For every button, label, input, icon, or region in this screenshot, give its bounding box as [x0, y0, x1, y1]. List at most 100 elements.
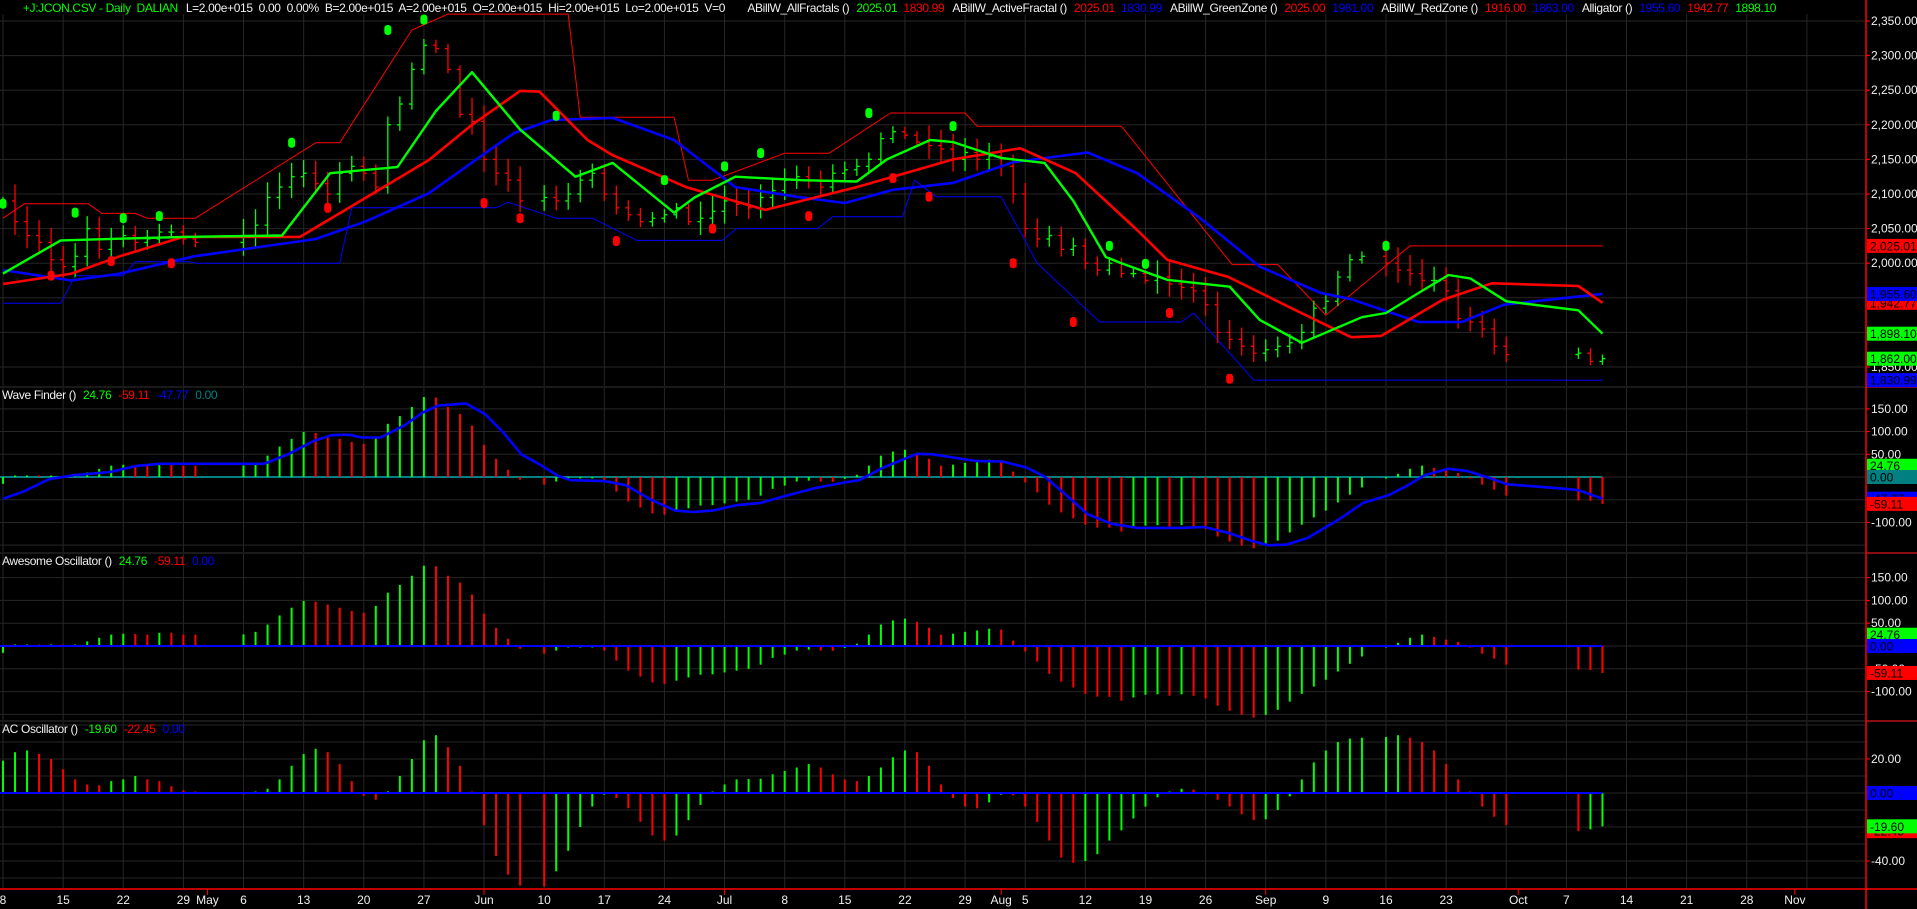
up-fractal-marker: [949, 121, 957, 132]
price-bar: [1346, 254, 1353, 282]
price-bar: [180, 225, 187, 245]
date-label: 29: [177, 893, 191, 907]
price-bar: [685, 203, 692, 226]
value-tag-label: 1,955.60: [1870, 287, 1917, 301]
price-bar: [613, 185, 620, 215]
down-fractal-marker: [709, 223, 717, 234]
price-bar: [553, 185, 560, 211]
price-bar: [96, 216, 103, 259]
up-fractal-marker: [119, 213, 127, 224]
price-bar: [1130, 268, 1137, 278]
price-bar: [950, 133, 957, 172]
price-bar: [1118, 257, 1125, 279]
indicator-value: -59.11: [154, 554, 186, 568]
date-label: 27: [417, 893, 431, 907]
price-bar: [1587, 348, 1594, 366]
price-bar: [1034, 218, 1041, 248]
down-fractal-marker: [1009, 258, 1017, 269]
price-bar: [829, 164, 836, 195]
date-label: 8: [781, 893, 788, 907]
indicator-value: -22.45: [124, 722, 157, 736]
multi-pane-chart[interactable]: 2,350.00 2,300.00 2,250.00 2,200.00 2,150.00…: [0, 0, 1917, 909]
price-bar: [913, 131, 920, 146]
price-pane[interactable]: [0, 13, 1606, 384]
down-fractal-marker: [107, 256, 115, 267]
price-bar: [108, 227, 115, 259]
indicator-value: 24.76: [119, 554, 148, 568]
axis-tick-label: 2,350.00: [1871, 14, 1917, 28]
axis-tick-label: 2,150.00: [1871, 152, 1917, 166]
axis-tick-label: 2,200.00: [1871, 118, 1917, 132]
value-tag-label: 0.00: [1870, 471, 1894, 485]
price-bar: [1358, 251, 1365, 264]
date-label: 20: [357, 893, 371, 907]
price-bar: [1298, 324, 1305, 350]
up-fractal-marker: [384, 24, 392, 35]
price-bar: [300, 160, 307, 188]
value-tag: 1,862.00: [1867, 351, 1917, 366]
value-tag-label: 1,830.99: [1870, 374, 1917, 388]
price-bar: [901, 126, 908, 140]
price-bar: [1419, 259, 1426, 293]
price-bar: [889, 126, 896, 144]
up-fractal-marker: [757, 148, 765, 159]
value-tag: -19.60: [1867, 819, 1917, 834]
price-bar: [432, 39, 439, 54]
up-fractal-marker: [0, 198, 7, 209]
axis-tick-label: 150.00: [1871, 571, 1908, 585]
price-bar: [84, 216, 91, 267]
value-tag-label: 1,862.00: [1870, 352, 1917, 366]
price-bar: [444, 43, 451, 74]
price-bar: [1262, 339, 1269, 362]
month-label: Sep: [1255, 893, 1277, 907]
price-bar: [601, 164, 608, 202]
axis-tick-label: -100.00: [1871, 685, 1912, 699]
ac-oscillator-pane[interactable]: [0, 735, 1604, 887]
wave-finder-title: Wave Finder () 24.76 -59.11 -47.77 0.00: [2, 388, 218, 402]
down-fractal-marker: [1226, 373, 1234, 384]
value-axis[interactable]: 2,350.00 2,300.00 2,250.00 2,200.00 2,150.00…: [1865, 0, 1917, 909]
date-axis[interactable]: 8 15 22 29 May 6 13 20 27 Jun 10 17 24 Jul 8 15 22 29 Aug 5…: [0, 888, 1917, 907]
price-bar: [60, 245, 67, 278]
price-bar: [192, 232, 199, 248]
price-bar: [456, 65, 463, 118]
price-bar: [697, 201, 704, 235]
axis-tick-label: 2,050.00: [1871, 222, 1917, 236]
indicator-value: 0.00: [163, 722, 186, 736]
date-label: 15: [838, 893, 852, 907]
date-label: 22: [898, 893, 912, 907]
date-label: 23: [1439, 893, 1453, 907]
price-bar: [336, 162, 343, 203]
date-label: 13: [297, 893, 311, 907]
awesome-oscillator-pane[interactable]: [0, 565, 1604, 718]
axis-tick-label: 100.00: [1871, 425, 1908, 439]
price-bar: [1599, 354, 1606, 365]
price-bar: [637, 207, 644, 228]
down-fractal-marker: [612, 236, 620, 247]
date-label: 19: [1139, 893, 1153, 907]
pane-title: Wave Finder (): [2, 388, 76, 402]
symbol-title: +J:JCON.CSV - Daily DALIAN: [23, 1, 178, 15]
date-label: 15: [56, 893, 70, 907]
down-fractal-marker: [805, 211, 813, 222]
up-fractal-marker: [721, 161, 729, 172]
indicator-value: 1981.00: [1332, 1, 1374, 15]
indicator-value: 1863.00: [1533, 1, 1575, 15]
indicator-name: ABillW_RedZone (): [1381, 1, 1478, 15]
price-bar: [541, 185, 548, 211]
wave-finder-pane[interactable]: [0, 397, 1604, 549]
value-tag-label: 2,025.01: [1870, 239, 1917, 253]
indicator-value: 0.00: [195, 388, 218, 402]
value-tag: 0.00: [1867, 470, 1917, 485]
date-label: 26: [1199, 893, 1213, 907]
chart-header: +J:JCON.CSV - Daily DALIAN L=2.00e+015 0.…: [2, 1, 1777, 15]
date-label: 28: [1740, 893, 1754, 907]
price-bar: [1575, 347, 1582, 359]
up-fractal-marker: [155, 211, 163, 222]
price-bar: [853, 158, 860, 176]
date-label: 17: [598, 893, 612, 907]
indicator-name: ABillW_GreenZone (): [1170, 1, 1278, 15]
up-fractal-marker: [1382, 240, 1390, 251]
date-label: 21: [1680, 893, 1694, 907]
month-label: May: [196, 893, 219, 907]
